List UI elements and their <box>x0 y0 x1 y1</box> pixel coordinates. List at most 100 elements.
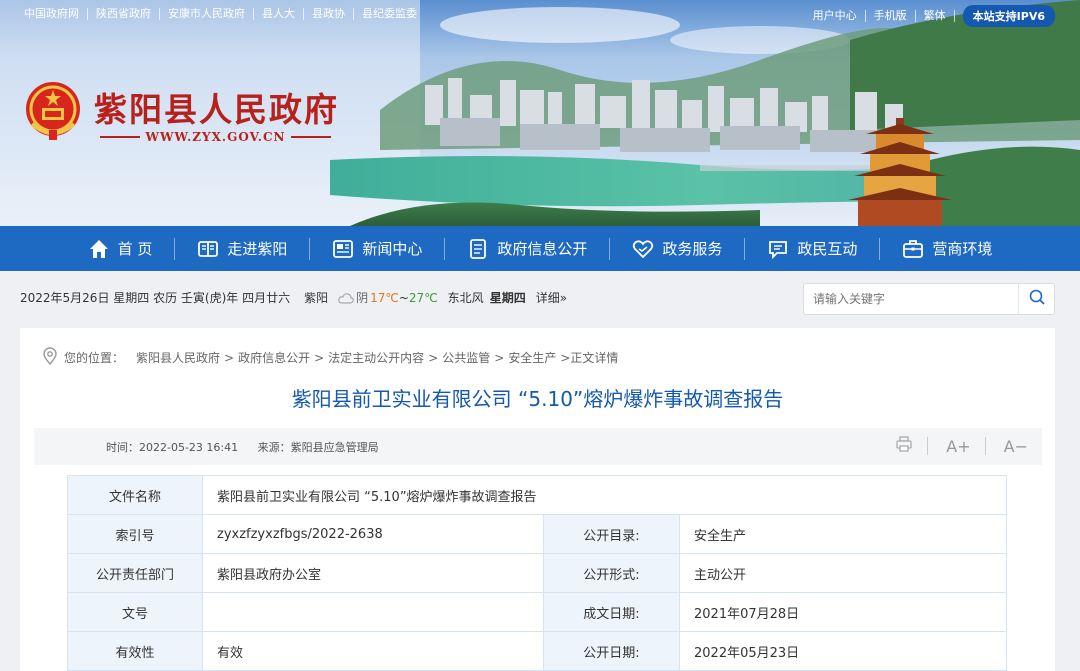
weather-detail-link[interactable]: 详细» <box>536 289 567 306</box>
site-name: 紫阳县人民政府 <box>94 90 339 129</box>
nav-label: 走进紫阳 <box>227 240 288 258</box>
nav-label: 营商环境 <box>932 240 993 258</box>
ipv6-badge: 本站支持IPV6 <box>962 5 1055 27</box>
tool-divider <box>984 437 986 455</box>
source-label: 来源： <box>257 441 291 454</box>
home-icon <box>88 238 110 260</box>
tool-divider <box>927 437 929 455</box>
nav-item-news-center[interactable]: 新闻中心 <box>310 226 444 271</box>
search-icon <box>1029 289 1045 309</box>
book-icon <box>197 238 219 260</box>
table-row: 公开责任部门 紫阳县政府办公室 公开形式: 主动公开 <box>67 553 1007 593</box>
validity-value: 有效 <box>202 631 544 671</box>
breadcrumb-item[interactable]: 安全生产 <box>508 349 556 366</box>
doc-no-value <box>202 592 544 632</box>
heart-hand-icon <box>632 238 654 260</box>
font-decrease-button[interactable]: A− <box>1004 437 1028 456</box>
font-increase-button[interactable]: A+ <box>946 437 970 456</box>
breadcrumb: 您的位置： 紫阳县人民政府 > 政府信息公开 > 法定主动公开内容 > 公共监管… <box>42 347 618 368</box>
city-text: 紫阳 <box>304 291 329 305</box>
top-link[interactable]: 县政协 <box>304 8 354 20</box>
document-icon <box>467 238 489 260</box>
breadcrumb-separator: > <box>494 350 505 365</box>
source-text: 紫阳县应急管理局 <box>290 441 379 454</box>
table-row: 文件名称 紫阳县前卫实业有限公司 “5.10”熔炉爆炸事故调查报告 <box>67 475 1007 515</box>
location-pin-icon <box>42 347 58 368</box>
date-weather-bar: 2022年5月26日 星期四 农历 壬寅(虎)年 四月廿六 紫阳 阴 17℃ ~… <box>20 289 567 306</box>
top-utility-bar: 中国政府网 陕西省政府 安康市人民政府 县人大 县政协 县纪委监委 用户中心 手… <box>0 0 1080 30</box>
content-card: 您的位置： 紫阳县人民政府 > 政府信息公开 > 法定主动公开内容 > 公共监管… <box>20 328 1055 671</box>
index-value: zyxzfzyxzfbgs/2022-2638 <box>202 514 544 554</box>
nav-item-gov-info-disclosure[interactable]: 政府信息公开 <box>445 226 609 271</box>
chat-icon <box>767 238 789 260</box>
top-link[interactable]: 中国政府网 <box>20 8 88 20</box>
publish-time: 2022-05-23 16:41 <box>139 441 239 454</box>
temp-high: 27℃ <box>408 290 438 305</box>
nav-item-about-ziyang[interactable]: 走进紫阳 <box>175 226 309 271</box>
doc-no-label: 文号 <box>67 592 203 632</box>
mobile-version-link[interactable]: 手机版 <box>866 10 916 22</box>
search-box <box>803 283 1055 315</box>
nav-label: 政务服务 <box>662 240 723 258</box>
top-link[interactable]: 陕西省政府 <box>88 8 160 20</box>
date-text: 2022年5月26日 星期四 农历 壬寅(虎)年 四月廿六 <box>20 291 291 305</box>
index-label: 索引号 <box>67 514 203 554</box>
table-row: 文号 成文日期: 2021年07月28日 <box>67 592 1007 632</box>
search-input[interactable] <box>804 284 1014 314</box>
nav-item-home[interactable]: 首 页 <box>66 226 175 271</box>
breadcrumb-current: >正文详情 <box>560 351 619 365</box>
nav-label: 新闻中心 <box>362 240 423 258</box>
traditional-chinese-link[interactable]: 繁体 <box>916 10 955 22</box>
print-icon[interactable] <box>895 435 913 457</box>
nav-item-business-environment[interactable]: 营商环境 <box>880 226 1014 271</box>
catalog-value: 安全生产 <box>679 514 1007 554</box>
cloudy-weather-icon <box>338 292 354 304</box>
breadcrumb-separator: > <box>314 350 325 365</box>
briefcase-icon <box>902 238 924 260</box>
user-center-link[interactable]: 用户中心 <box>805 10 866 22</box>
file-name-value: 紫阳县前卫实业有限公司 “5.10”熔炉爆炸事故调查报告 <box>202 475 1007 515</box>
temp-separator: ~ <box>398 290 409 305</box>
breadcrumb-item[interactable]: 法定主动公开内容 <box>328 349 424 366</box>
written-date-label: 成文日期: <box>543 592 680 632</box>
publish-date-value: 2022年05月23日 <box>679 631 1007 671</box>
nav-item-gov-services[interactable]: 政务服务 <box>610 226 744 271</box>
article-meta: 时间：2022-05-23 16:41 来源：紫阳县应急管理局 <box>106 439 379 455</box>
publish-date-label: 公开日期: <box>543 631 680 671</box>
nav-label: 政府信息公开 <box>497 240 588 258</box>
weekday-text: 星期四 <box>489 291 526 305</box>
breadcrumb-separator: > <box>428 350 439 365</box>
table-row: 索引号 zyxzfzyxzfbgs/2022-2638 公开目录: 安全生产 <box>67 514 1007 554</box>
form-value: 主动公开 <box>679 553 1007 593</box>
document-info-table: 文件名称 紫阳县前卫实业有限公司 “5.10”熔炉爆炸事故调查报告 索引号 zy… <box>67 475 1007 671</box>
article-tools: A+ A− <box>877 435 1028 457</box>
top-right-links: 用户中心 手机版 繁体 本站支持IPV6 <box>805 5 1055 27</box>
search-button[interactable] <box>1018 284 1054 314</box>
top-link[interactable]: 安康市人民政府 <box>160 8 254 20</box>
nav-item-public-interaction[interactable]: 政民互动 <box>745 226 879 271</box>
breadcrumb-item[interactable]: 公共监管 <box>442 349 490 366</box>
breadcrumb-separator: > <box>224 350 235 365</box>
top-link[interactable]: 县人大 <box>254 8 304 20</box>
weather-text: 阴 <box>356 291 369 305</box>
catalog-label: 公开目录: <box>543 514 680 554</box>
table-row: 有效性 有效 公开日期: 2022年05月23日 <box>67 631 1007 671</box>
nav-label: 政民互动 <box>797 240 858 258</box>
breadcrumb-item[interactable]: 政府信息公开 <box>238 349 310 366</box>
main-nav: 首 页 走进紫阳 新闻中心 政府信息公开 政务服务 政民互动 营商环境 <box>0 226 1080 271</box>
site-url: WWW.ZYX.GOV.CN <box>94 128 337 146</box>
file-name-label: 文件名称 <box>67 475 203 515</box>
dept-value: 紫阳县政府办公室 <box>202 553 544 593</box>
nav-label: 首 页 <box>117 240 153 258</box>
article-meta-bar: 时间：2022-05-23 16:41 来源：紫阳县应急管理局 A+ A− <box>34 428 1042 465</box>
temp-low: 17℃ <box>370 290 399 305</box>
dept-label: 公开责任部门 <box>67 553 203 593</box>
top-link[interactable]: 县纪委监委 <box>354 8 425 20</box>
written-date-value: 2021年07月28日 <box>679 592 1007 632</box>
news-icon <box>332 238 354 260</box>
national-emblem-logo <box>26 82 80 140</box>
wind-text: 东北风 <box>447 291 484 305</box>
breadcrumb-item[interactable]: 紫阳县人民政府 <box>136 349 220 366</box>
validity-label: 有效性 <box>67 631 203 671</box>
time-label: 时间： <box>106 441 139 454</box>
